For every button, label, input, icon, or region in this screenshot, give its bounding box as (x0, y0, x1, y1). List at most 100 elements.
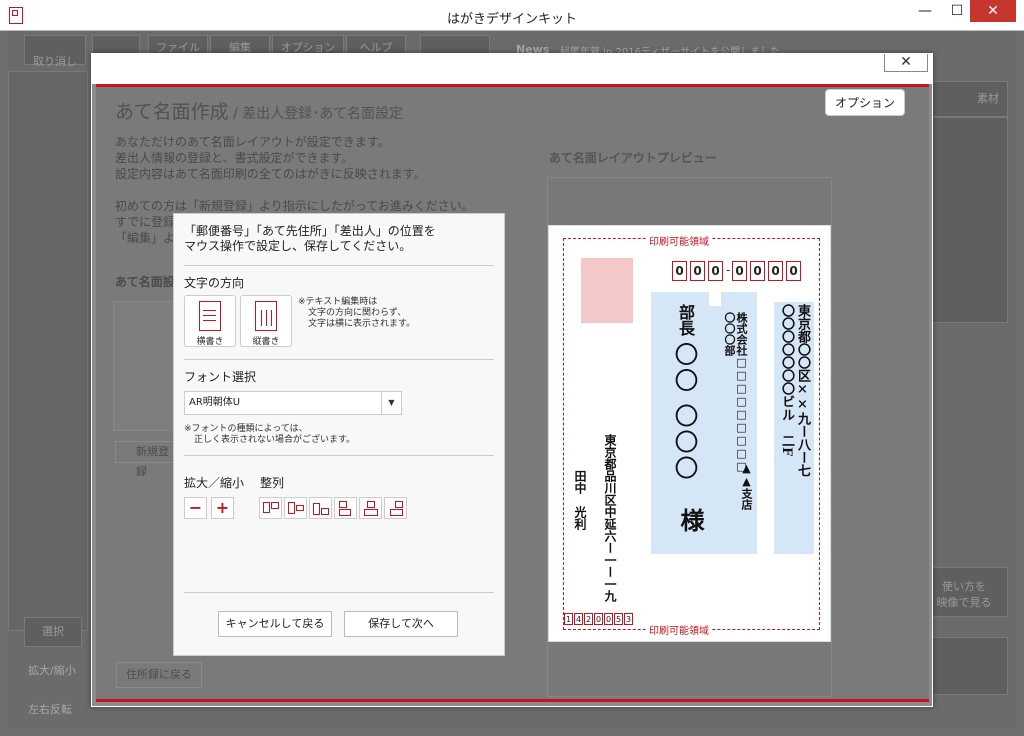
description: あなただけのあて名面レイアウトが設定できます。 差出人情報の登録と、書式設定がで… (115, 134, 426, 182)
divider (184, 359, 494, 360)
name-box-notch (709, 286, 721, 306)
align-left-icon[interactable] (334, 497, 357, 519)
atena-list-box[interactable] (113, 301, 177, 431)
align-right-icon[interactable] (384, 497, 407, 519)
chevron-down-icon[interactable]: ▼ (381, 392, 401, 414)
print-area-label-top: 印刷可能領域 (647, 233, 711, 248)
zip-digit: 0 (690, 261, 705, 281)
sender-zip-digit: 4 (574, 613, 583, 625)
divider (184, 265, 494, 266)
page-subtitle: / 差出人登録･あて名面設定 (228, 106, 403, 122)
sender-zip-digit: 5 (614, 613, 623, 625)
layout-settings-panel: 「郵便番号」「あて先住所」「差出人」の位置を マウス操作で設定し、保存してくださ… (173, 213, 505, 656)
cancel-back-button[interactable]: キャンセルして戻る (218, 611, 332, 637)
role-title: 部長 (676, 304, 695, 336)
sender-zip-digit: 0 (594, 613, 603, 625)
dialog-bottom-accent (96, 699, 929, 702)
select-tool-tab[interactable]: 選択 (24, 617, 82, 647)
divider (184, 592, 494, 593)
note-line: ※テキスト編集時は (298, 297, 378, 307)
horizontal-label: 横書き (196, 337, 224, 347)
vertical-label: 縦書き (252, 337, 280, 347)
zoom-in-button[interactable]: + (211, 497, 234, 519)
intro-line: 「郵便番号」「あて先住所」「差出人」の位置を (184, 224, 436, 238)
recipient-name: 〇〇 〇〇〇 (670, 342, 698, 482)
zoom-out-button[interactable]: − (184, 497, 207, 519)
title-bar: はがきデザインキット — ☐ ✕ (0, 0, 1024, 31)
align-top-icon[interactable] (259, 497, 282, 519)
recipient-address: 東京都〇〇区××九ー八ー七 〇〇〇〇〇〇〇ビル 二F (778, 304, 810, 554)
note-line: 文字の方向に関わらず、 (308, 308, 407, 318)
postcard-preview[interactable]: 印刷可能領域 印刷可能領域 0 0 0 - 0 0 0 0 東京都〇〇区××九ー… (548, 225, 831, 642)
print-area-label-bottom: 印刷可能領域 (647, 622, 711, 637)
zip-digit: 0 (786, 261, 801, 281)
zip-digit: 0 (750, 261, 765, 281)
intro-line: マウス操作で設定し、保存してください。 (184, 239, 412, 253)
address-line-1: 東京都〇〇区××九ー八ー七 (795, 304, 810, 477)
note-line: 文字は横に表示されます。 (308, 319, 416, 329)
sender-zip-digit: 1 (564, 613, 573, 625)
align-bottom-icon[interactable] (309, 497, 332, 519)
close-window-button[interactable]: ✕ (970, 0, 1016, 22)
how-to-line2: 映像で見る (936, 596, 992, 609)
desc-line: 差出人情報の登録と、書式設定ができます。 (115, 151, 354, 165)
sender-address[interactable]: 東京都品川区中延六ー一ー一九 (602, 434, 619, 602)
font-select-label: フォント選択 (184, 370, 257, 384)
sender-zip-digit: 3 (624, 613, 633, 625)
vertical-text-icon (255, 301, 277, 331)
atena-settings-label: あて名面設 (115, 275, 175, 289)
how-to-line1: 使い方を (942, 580, 986, 593)
font-note: ※フォントの種類によっては、 正しく表示されない場合がございます。 (184, 424, 355, 446)
align-middle-icon[interactable] (284, 497, 307, 519)
desc-line: あなただけのあて名面レイアウトが設定できます。 (115, 135, 390, 149)
zoom-label: 拡大／縮小 (184, 476, 245, 490)
honorific: 様 (676, 508, 705, 532)
sender-zip-digit: 0 (604, 613, 613, 625)
sender-zip[interactable]: 1 4 2 0 0 5 3 (564, 613, 633, 625)
stamp-area (581, 258, 633, 323)
material-panel (920, 117, 1008, 323)
horizontal-writing-button[interactable]: 横書き (184, 295, 236, 347)
flip-label: 左右反転 (28, 703, 72, 716)
vertical-writing-button[interactable]: 縦書き (240, 295, 292, 347)
zip-digit: 0 (768, 261, 783, 281)
department: 〇〇〇部 (723, 312, 736, 356)
zip-dash: - (726, 263, 731, 277)
address-line-2: 〇〇〇〇〇〇〇ビル 二F (779, 304, 794, 457)
sender-name[interactable]: 田中 光利 (572, 470, 589, 530)
option-button[interactable]: オプション (825, 89, 905, 116)
branch: ▲▲支店 (740, 462, 753, 510)
align-center-icon[interactable] (359, 497, 382, 519)
page-title-main: あて名面作成 (115, 101, 229, 123)
text-direction-label: 文字の方向 (184, 276, 245, 290)
panel-intro: 「郵便番号」「あて先住所」「差出人」の位置を マウス操作で設定し、保存してくださ… (184, 224, 436, 254)
dialog-header-bar (92, 54, 932, 84)
preview-label: あて名面レイアウトプレビュー (549, 151, 717, 165)
divider (184, 455, 494, 456)
horizontal-text-icon (199, 301, 221, 331)
save-next-button[interactable]: 保存して次へ (344, 611, 458, 637)
maximize-button[interactable]: ☐ (942, 0, 972, 22)
right-lower-panel (920, 637, 1008, 695)
zip-code[interactable]: 0 0 0 - 0 0 0 0 (672, 261, 801, 281)
new-registration-button[interactable]: 新規登録 (115, 441, 179, 478)
material-tab[interactable]: 素材 (920, 81, 1008, 117)
undo-button[interactable]: 取り消し (24, 35, 86, 68)
how-to-video-button[interactable]: 使い方を 映像で見る (920, 567, 1008, 617)
back-to-address-book-button[interactable]: 住所録に戻る (116, 662, 202, 688)
zoom-label: 拡大/縮小 (28, 664, 76, 677)
direction-note: ※テキスト編集時は 文字の方向に関わらず、 文字は横に表示されます。 (298, 297, 415, 330)
left-canvas-area (8, 71, 88, 631)
desc-line: 初めての方は「新規登録」より指示にしたがってお進みください。 (115, 199, 474, 213)
sender-zip-digit: 2 (584, 613, 593, 625)
font-select[interactable]: AR明朝体U ▼ (184, 391, 402, 415)
window-title: はがきデザインキット (446, 12, 577, 27)
dialog-close-button[interactable]: ✕ (884, 54, 928, 72)
note-line: ※フォントの種類によっては、 (184, 424, 308, 434)
align-label: 整列 (260, 476, 285, 490)
desc-line: 設定内容はあて名面印刷の全てのはがきに反映されます。 (115, 167, 426, 181)
minimize-button[interactable]: — (910, 0, 940, 22)
font-value: AR明朝体U (189, 397, 241, 408)
zip-digit: 0 (672, 261, 687, 281)
note-line: 正しく表示されない場合がございます。 (194, 435, 356, 445)
